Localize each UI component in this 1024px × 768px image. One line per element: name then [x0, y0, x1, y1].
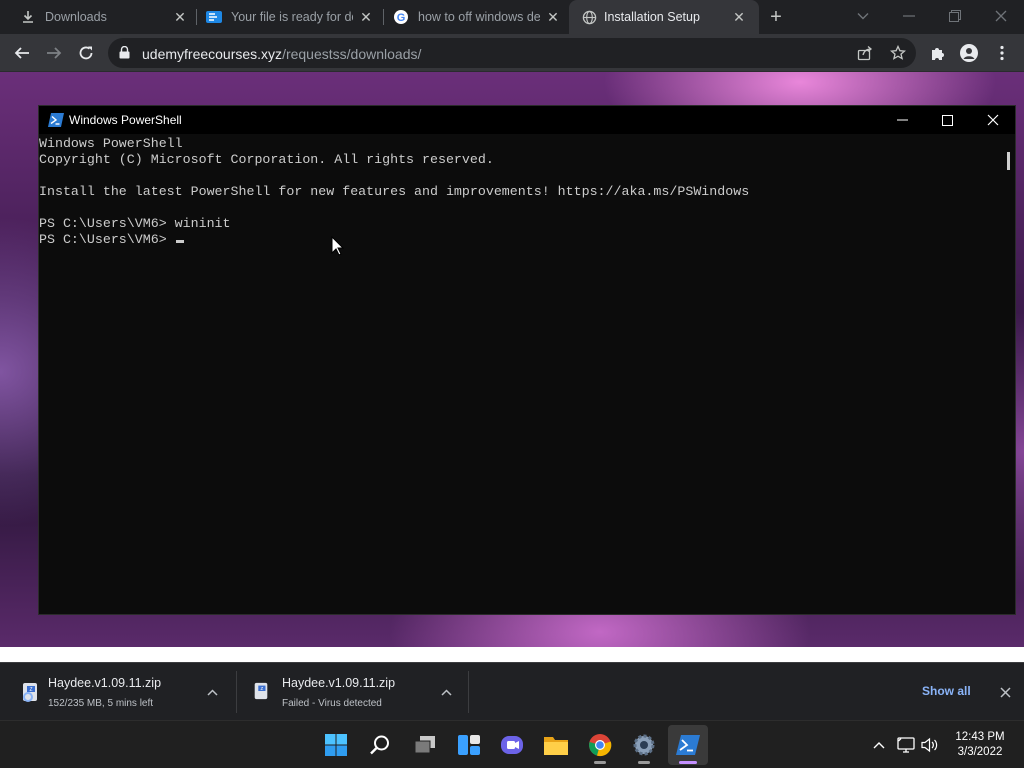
download-separator	[468, 671, 469, 713]
download-item[interactable]: Z Haydee.v1.09.11.zip 152/235 MB, 5 mins…	[0, 663, 236, 721]
tab-title: Your file is ready for do	[231, 10, 353, 24]
widgets-icon[interactable]	[449, 725, 489, 765]
desktop-wallpaper: Windows PowerShell Windows PowerShell Co…	[0, 72, 1024, 647]
menu-kebab-icon[interactable]	[991, 42, 1013, 64]
restore-icon[interactable]	[943, 4, 967, 28]
download-filename: Haydee.v1.09.11.zip	[48, 676, 162, 690]
download-status: 152/235 MB, 5 mins left	[48, 698, 154, 709]
new-tab-button[interactable]: +	[766, 7, 786, 27]
url-host: udemyfreecourses.xyz	[142, 46, 283, 62]
start-icon[interactable]	[316, 725, 356, 765]
powershell-window[interactable]: Windows PowerShell Windows PowerShell Co…	[38, 105, 1016, 615]
running-indicator	[594, 761, 606, 764]
powershell-title: Windows PowerShell	[69, 113, 182, 127]
svg-text:Z: Z	[261, 686, 264, 691]
close-icon[interactable]	[982, 110, 1004, 130]
chevron-up-icon[interactable]	[205, 685, 219, 699]
windows-taskbar: 12:43 PM 3/3/2022	[0, 720, 1024, 768]
console-line: Windows PowerShell	[39, 136, 183, 151]
back-button[interactable]	[11, 42, 33, 64]
clock-time: 12:43 PM	[955, 731, 1005, 743]
console-output[interactable]: Windows PowerShell Copyright (C) Microso…	[39, 136, 999, 614]
running-indicator	[638, 761, 650, 764]
maximize-icon[interactable]	[936, 110, 958, 130]
url-path: /requestss/downloads/	[282, 46, 422, 62]
download-shelf: Z Haydee.v1.09.11.zip 152/235 MB, 5 mins…	[0, 662, 1024, 720]
share-icon[interactable]	[856, 44, 874, 62]
page-bottom-strip	[0, 647, 1024, 662]
svg-text:G: G	[397, 12, 406, 24]
volume-icon[interactable]	[920, 735, 940, 755]
console-line: Install the latest PowerShell for new fe…	[39, 184, 750, 199]
tab-title: Downloads	[45, 10, 107, 24]
tab-mediafire[interactable]: Your file is ready for do ✕	[186, 0, 382, 34]
minimize-icon[interactable]	[891, 110, 913, 130]
download-status: Failed - Virus detected	[282, 698, 382, 709]
powershell-logo-icon	[48, 113, 64, 132]
profile-icon[interactable]	[958, 42, 980, 64]
tab-title: how to off windows de	[418, 10, 540, 24]
system-clock[interactable]: 12:43 PM 3/3/2022	[948, 730, 1012, 760]
network-icon[interactable]	[896, 735, 916, 755]
tab-search-chevron-icon[interactable]	[851, 4, 875, 28]
browser-toolbar: udemyfreecourses.xyz/requestss/downloads…	[0, 34, 1024, 72]
close-icon[interactable]	[997, 684, 1013, 700]
close-window-icon[interactable]	[989, 4, 1013, 28]
lock-icon[interactable]	[119, 45, 130, 64]
chevron-up-icon[interactable]	[869, 735, 889, 755]
file-explorer-icon[interactable]	[536, 725, 576, 765]
zip-file-icon: Z	[20, 682, 40, 707]
bookmark-star-icon[interactable]	[889, 44, 907, 62]
extensions-icon[interactable]	[927, 42, 949, 64]
tab-title: Installation Setup	[604, 10, 700, 24]
svg-text:Z: Z	[29, 687, 32, 693]
tab-google-search[interactable]: G how to off windows de ✕	[373, 0, 569, 34]
close-tab-icon[interactable]: ✕	[730, 8, 748, 26]
search-icon[interactable]	[360, 725, 400, 765]
powershell-icon[interactable]	[668, 725, 708, 765]
close-tab-icon[interactable]: ✕	[544, 8, 562, 26]
minimize-icon[interactable]	[897, 4, 921, 28]
mouse-pointer-icon	[331, 235, 345, 261]
reload-button[interactable]	[75, 42, 97, 64]
console-scrollbar[interactable]	[1007, 152, 1010, 170]
download-icon	[20, 9, 36, 25]
url-text[interactable]: udemyfreecourses.xyz/requestss/downloads…	[142, 46, 421, 62]
task-view-icon[interactable]	[405, 725, 445, 765]
teams-chat-icon[interactable]	[492, 725, 532, 765]
console-line: PS C:\Users\VM6> wininit	[39, 216, 231, 231]
show-all-button[interactable]: Show all	[922, 684, 971, 698]
settings-icon[interactable]	[624, 725, 664, 765]
zip-file-icon: Z	[252, 682, 270, 705]
chrome-icon[interactable]	[580, 725, 620, 765]
text-cursor	[175, 240, 184, 243]
tab-installation-setup[interactable]: Installation Setup ✕	[569, 0, 759, 34]
download-item[interactable]: Z Haydee.v1.09.11.zip Failed - Virus det…	[236, 663, 468, 721]
powershell-titlebar[interactable]: Windows PowerShell	[39, 106, 1015, 134]
console-prompt: PS C:\Users\VM6>	[39, 232, 175, 247]
forward-button[interactable]	[43, 42, 65, 64]
address-bar[interactable]: udemyfreecourses.xyz/requestss/downloads…	[108, 38, 916, 68]
clock-date: 3/3/2022	[957, 746, 1003, 758]
console-line: Copyright (C) Microsoft Corporation. All…	[39, 152, 494, 167]
download-filename: Haydee.v1.09.11.zip	[282, 676, 396, 690]
tab-strip: Downloads ✕ Your file is ready for do ✕ …	[0, 0, 1024, 34]
active-indicator	[679, 761, 697, 764]
google-icon: G	[393, 9, 409, 25]
console-prompt-line[interactable]: PS C:\Users\VM6>	[39, 232, 999, 248]
tab-downloads[interactable]: Downloads ✕	[0, 0, 192, 34]
mediafire-icon	[206, 9, 222, 25]
globe-icon	[581, 9, 597, 25]
chevron-up-icon[interactable]	[439, 685, 453, 699]
